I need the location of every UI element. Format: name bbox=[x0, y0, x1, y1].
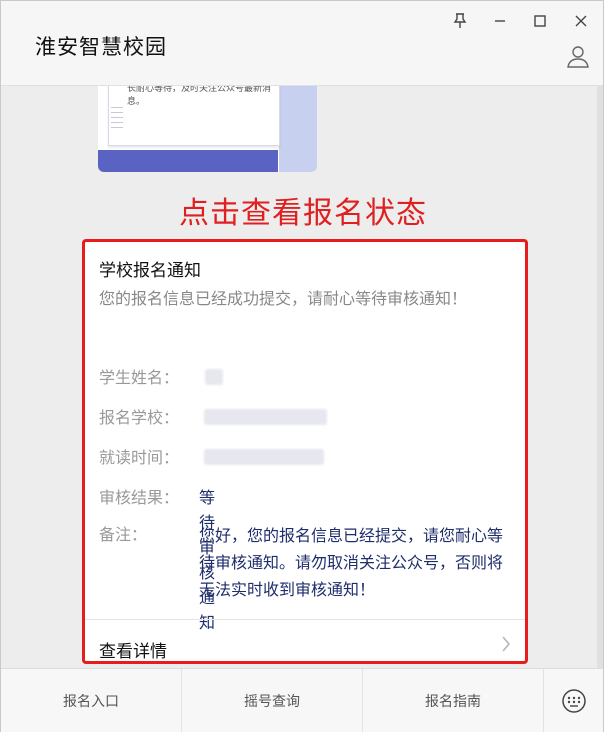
school-redacted bbox=[204, 409, 327, 425]
pin-icon[interactable] bbox=[447, 9, 473, 33]
document-thumbnail: 长耐心等待，及时关注公众号最新消息。 bbox=[108, 86, 280, 146]
scrollbar[interactable] bbox=[597, 86, 603, 668]
remark-label: 备注： bbox=[99, 525, 148, 544]
school-label: 报名学校： bbox=[99, 408, 180, 427]
annotation-caption: 点击查看报名状态 bbox=[179, 196, 427, 231]
title-bar: 淮安智慧校园 bbox=[1, 1, 603, 86]
student-name-label: 学生姓名： bbox=[99, 368, 180, 387]
minimize-icon[interactable] bbox=[487, 9, 513, 33]
keyboard-icon[interactable] bbox=[544, 669, 603, 732]
attend-time-redacted bbox=[204, 449, 324, 465]
menu-enroll-entry[interactable]: 报名入口 bbox=[1, 669, 182, 732]
review-result-label: 审核结果： bbox=[99, 488, 180, 507]
chat-area[interactable]: 长耐心等待，及时关注公众号最新消息。 点击查看报名状态 学校报名通知 您的报名信… bbox=[1, 86, 603, 668]
divider bbox=[85, 619, 525, 620]
remark-value: 您好，您的报名信息已经提交，请您耐心等待审核通知。请勿取消关注公众号，否则将无法… bbox=[199, 526, 504, 599]
enrollment-notice-card[interactable]: 学校报名通知 您的报名信息已经成功提交，请耐心等待审核通知！ 学生姓名： 报名学… bbox=[82, 239, 528, 664]
notice-description: 您的报名信息已经成功提交，请耐心等待审核通知！ bbox=[99, 289, 468, 308]
previous-image-message[interactable]: 长耐心等待，及时关注公众号最新消息。 bbox=[98, 86, 317, 172]
window-title: 淮安智慧校园 bbox=[35, 35, 167, 59]
bottom-menu-bar: 报名入口 摇号查询 报名指南 bbox=[1, 668, 603, 732]
user-profile-icon[interactable] bbox=[565, 43, 591, 69]
notice-title: 学校报名通知 bbox=[99, 261, 201, 281]
app-window: 淮安智慧校园 长耐心等待，及时关注公众号最新消息。 点击查看报名状态 学校报名通… bbox=[0, 0, 604, 732]
menu-enroll-guide[interactable]: 报名指南 bbox=[363, 669, 544, 732]
document-snippet: 长耐心等待，及时关注公众号最新消息。 bbox=[127, 86, 272, 107]
menu-lottery-query[interactable]: 摇号查询 bbox=[182, 669, 363, 732]
chevron-right-icon[interactable] bbox=[501, 635, 511, 657]
maximize-icon[interactable] bbox=[527, 9, 553, 33]
close-icon[interactable] bbox=[568, 9, 594, 33]
student-name-redacted bbox=[205, 369, 223, 385]
view-details-link[interactable]: 查看详情 bbox=[99, 637, 167, 662]
attend-time-label: 就读时间： bbox=[99, 448, 180, 467]
